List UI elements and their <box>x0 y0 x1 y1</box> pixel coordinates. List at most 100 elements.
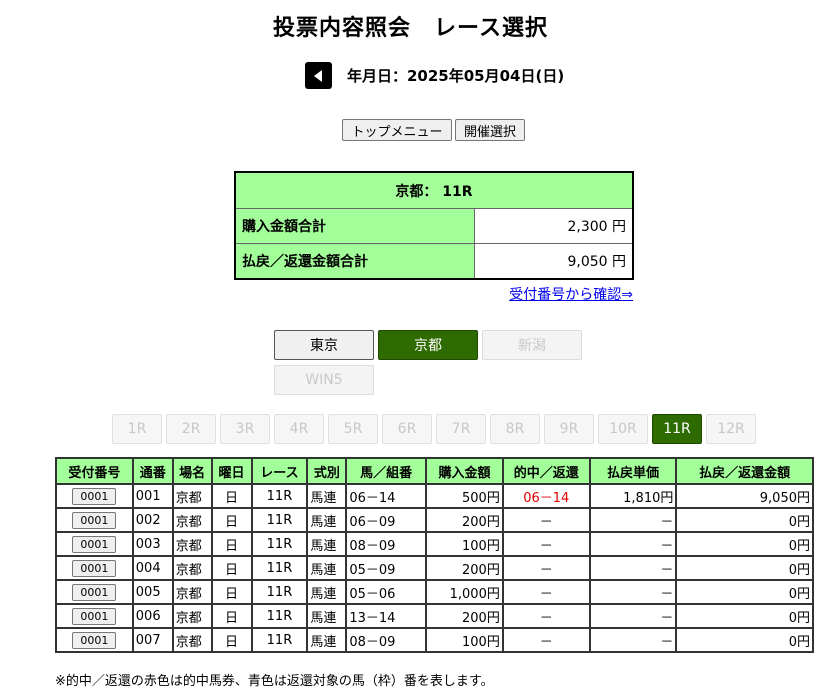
table-cell: 200円 <box>425 603 504 629</box>
race-button-0: 1R <box>112 414 162 444</box>
kaisai-select-button[interactable]: 開催選択 <box>455 119 525 141</box>
race-button-10[interactable]: 11R <box>652 414 702 444</box>
table-cell: － <box>501 555 591 581</box>
table-cell: 日 <box>210 555 253 581</box>
race-button-7: 8R <box>490 414 540 444</box>
summary-header: 京都： 11R <box>234 171 634 209</box>
table-cell: 100円 <box>425 531 504 557</box>
arrow-left-icon <box>313 69 322 82</box>
race-button-5: 6R <box>382 414 432 444</box>
page-title: 投票内容照会 レース選択 <box>273 16 548 41</box>
table-cell: 京都 <box>171 507 213 533</box>
table-cell: 08－09 <box>345 531 428 557</box>
table-cell: 京都 <box>171 603 213 629</box>
race-button-1: 2R <box>166 414 216 444</box>
table-cell: 0円 <box>675 603 814 629</box>
race-button-4: 5R <box>328 414 378 444</box>
table-cell: 08－09 <box>345 627 428 653</box>
column-header: レース <box>250 457 309 485</box>
table-row: 0001 002 京都日 11R 馬連 06－09 200円－－ 0円 <box>55 507 814 533</box>
receipt-cell: 0001 <box>55 579 134 605</box>
column-header: 的中／返還 <box>501 457 591 485</box>
table-cell: 06－14 <box>345 483 428 509</box>
table-cell: 0円 <box>675 507 814 533</box>
table-row: 0001 003 京都日 11R 馬連 08－09 100円－－ 0円 <box>55 531 814 557</box>
receipt-number-button[interactable]: 0001 <box>72 559 117 577</box>
receipt-number-button[interactable]: 0001 <box>72 607 117 625</box>
receipt-number-button[interactable]: 0001 <box>72 583 117 601</box>
bet-table: 受付番号 通番 場名 曜日 レース 式別 馬／組番 購入金額 的中／返還 払戻単価 払戻／返還金額 … <box>55 457 814 653</box>
race-button-3: 4R <box>274 414 324 444</box>
column-header: 払戻単価 <box>588 457 678 485</box>
summary-table: 京都： 11R 購入金額合計 2,300 円 払戻／返還金額合計 9,050 円 <box>234 171 634 280</box>
column-header: 馬／組番 <box>345 457 428 485</box>
receipt-number-button[interactable]: 0001 <box>72 511 117 529</box>
table-cell: 0円 <box>675 531 814 557</box>
table-cell: 100円 <box>425 627 504 653</box>
purchase-total-value: 2,300 円 <box>474 208 634 244</box>
table-cell: － <box>501 603 591 629</box>
table-cell: 004 <box>131 555 174 581</box>
race-button-2: 3R <box>220 414 270 444</box>
table-cell: 9,050円 <box>675 483 814 509</box>
table-cell: － <box>501 579 591 605</box>
table-cell: 京都 <box>171 555 213 581</box>
table-cell: 003 <box>131 531 174 557</box>
venue-button-0[interactable]: 東京 <box>274 330 374 360</box>
table-cell: 馬連 <box>306 579 348 605</box>
table-cell: 日 <box>210 603 253 629</box>
table-cell: － <box>588 627 678 653</box>
venue-button-3: WIN5 <box>274 365 374 395</box>
venue-button-2: 新潟 <box>482 330 582 360</box>
table-cell: 馬連 <box>306 627 348 653</box>
table-cell: 1,810円 <box>588 483 678 509</box>
table-cell: 日 <box>210 579 253 605</box>
table-cell: 200円 <box>425 555 504 581</box>
date-label: 年月日：2025年05月04日(日) <box>347 67 565 85</box>
column-header: 曜日 <box>210 457 253 485</box>
table-cell: 11R <box>250 627 309 653</box>
table-row: 0001 006 京都日 11R 馬連 13－14 200円－－ 0円 <box>55 603 814 629</box>
receipt-number-button[interactable]: 0001 <box>72 535 117 553</box>
table-cell: 京都 <box>171 579 213 605</box>
race-button-6: 7R <box>436 414 486 444</box>
table-cell: 馬連 <box>306 555 348 581</box>
table-cell: 馬連 <box>306 531 348 557</box>
table-cell: 馬連 <box>306 603 348 629</box>
footnote: ※的中／返還の赤色は的中馬券、青色は返還対象の馬（枠）番を表します。 <box>55 674 494 689</box>
race-button-9: 10R <box>598 414 648 444</box>
table-cell: 日 <box>210 483 253 509</box>
top-menu-button[interactable]: トップメニュー <box>342 119 452 141</box>
receipt-cell: 0001 <box>55 555 134 581</box>
table-row: 0001 001 京都日 11R 馬連 06－14 500円 06－14 1,810円 9,050… <box>55 483 814 509</box>
table-cell: 11R <box>250 507 309 533</box>
table-cell: 13－14 <box>345 603 428 629</box>
column-header: 受付番号 <box>55 457 134 485</box>
table-cell: 日 <box>210 531 253 557</box>
table-cell: 007 <box>131 627 174 653</box>
table-cell: 馬連 <box>306 483 348 509</box>
venue-button-1[interactable]: 京都 <box>378 330 478 360</box>
table-cell: 006 <box>131 603 174 629</box>
column-header: 通番 <box>131 457 174 485</box>
column-header: 購入金額 <box>425 457 504 485</box>
receipt-number-button[interactable]: 0001 <box>72 631 117 649</box>
receipt-cell: 0001 <box>55 627 134 653</box>
prev-date-button[interactable] <box>305 62 332 89</box>
receipt-cell: 0001 <box>55 531 134 557</box>
date-row: 年月日：2025年05月04日(日) <box>305 62 564 89</box>
table-cell: 0円 <box>675 627 814 653</box>
receipt-number-button[interactable]: 0001 <box>72 487 117 505</box>
confirm-by-receipt-link[interactable]: 受付番号から確認⇒ <box>509 284 633 304</box>
table-cell: 京都 <box>171 627 213 653</box>
table-cell: － <box>588 507 678 533</box>
table-cell: 11R <box>250 483 309 509</box>
table-cell: 日 <box>210 507 253 533</box>
table-cell: 日 <box>210 627 253 653</box>
table-row: 0001 005 京都日 11R 馬連 05－06 1,000円－－ 0円 <box>55 579 814 605</box>
table-cell: 500円 <box>425 483 504 509</box>
receipt-cell: 0001 <box>55 603 134 629</box>
table-cell: 11R <box>250 579 309 605</box>
table-cell: 京都 <box>171 531 213 557</box>
table-cell: 06－14 <box>501 483 591 509</box>
